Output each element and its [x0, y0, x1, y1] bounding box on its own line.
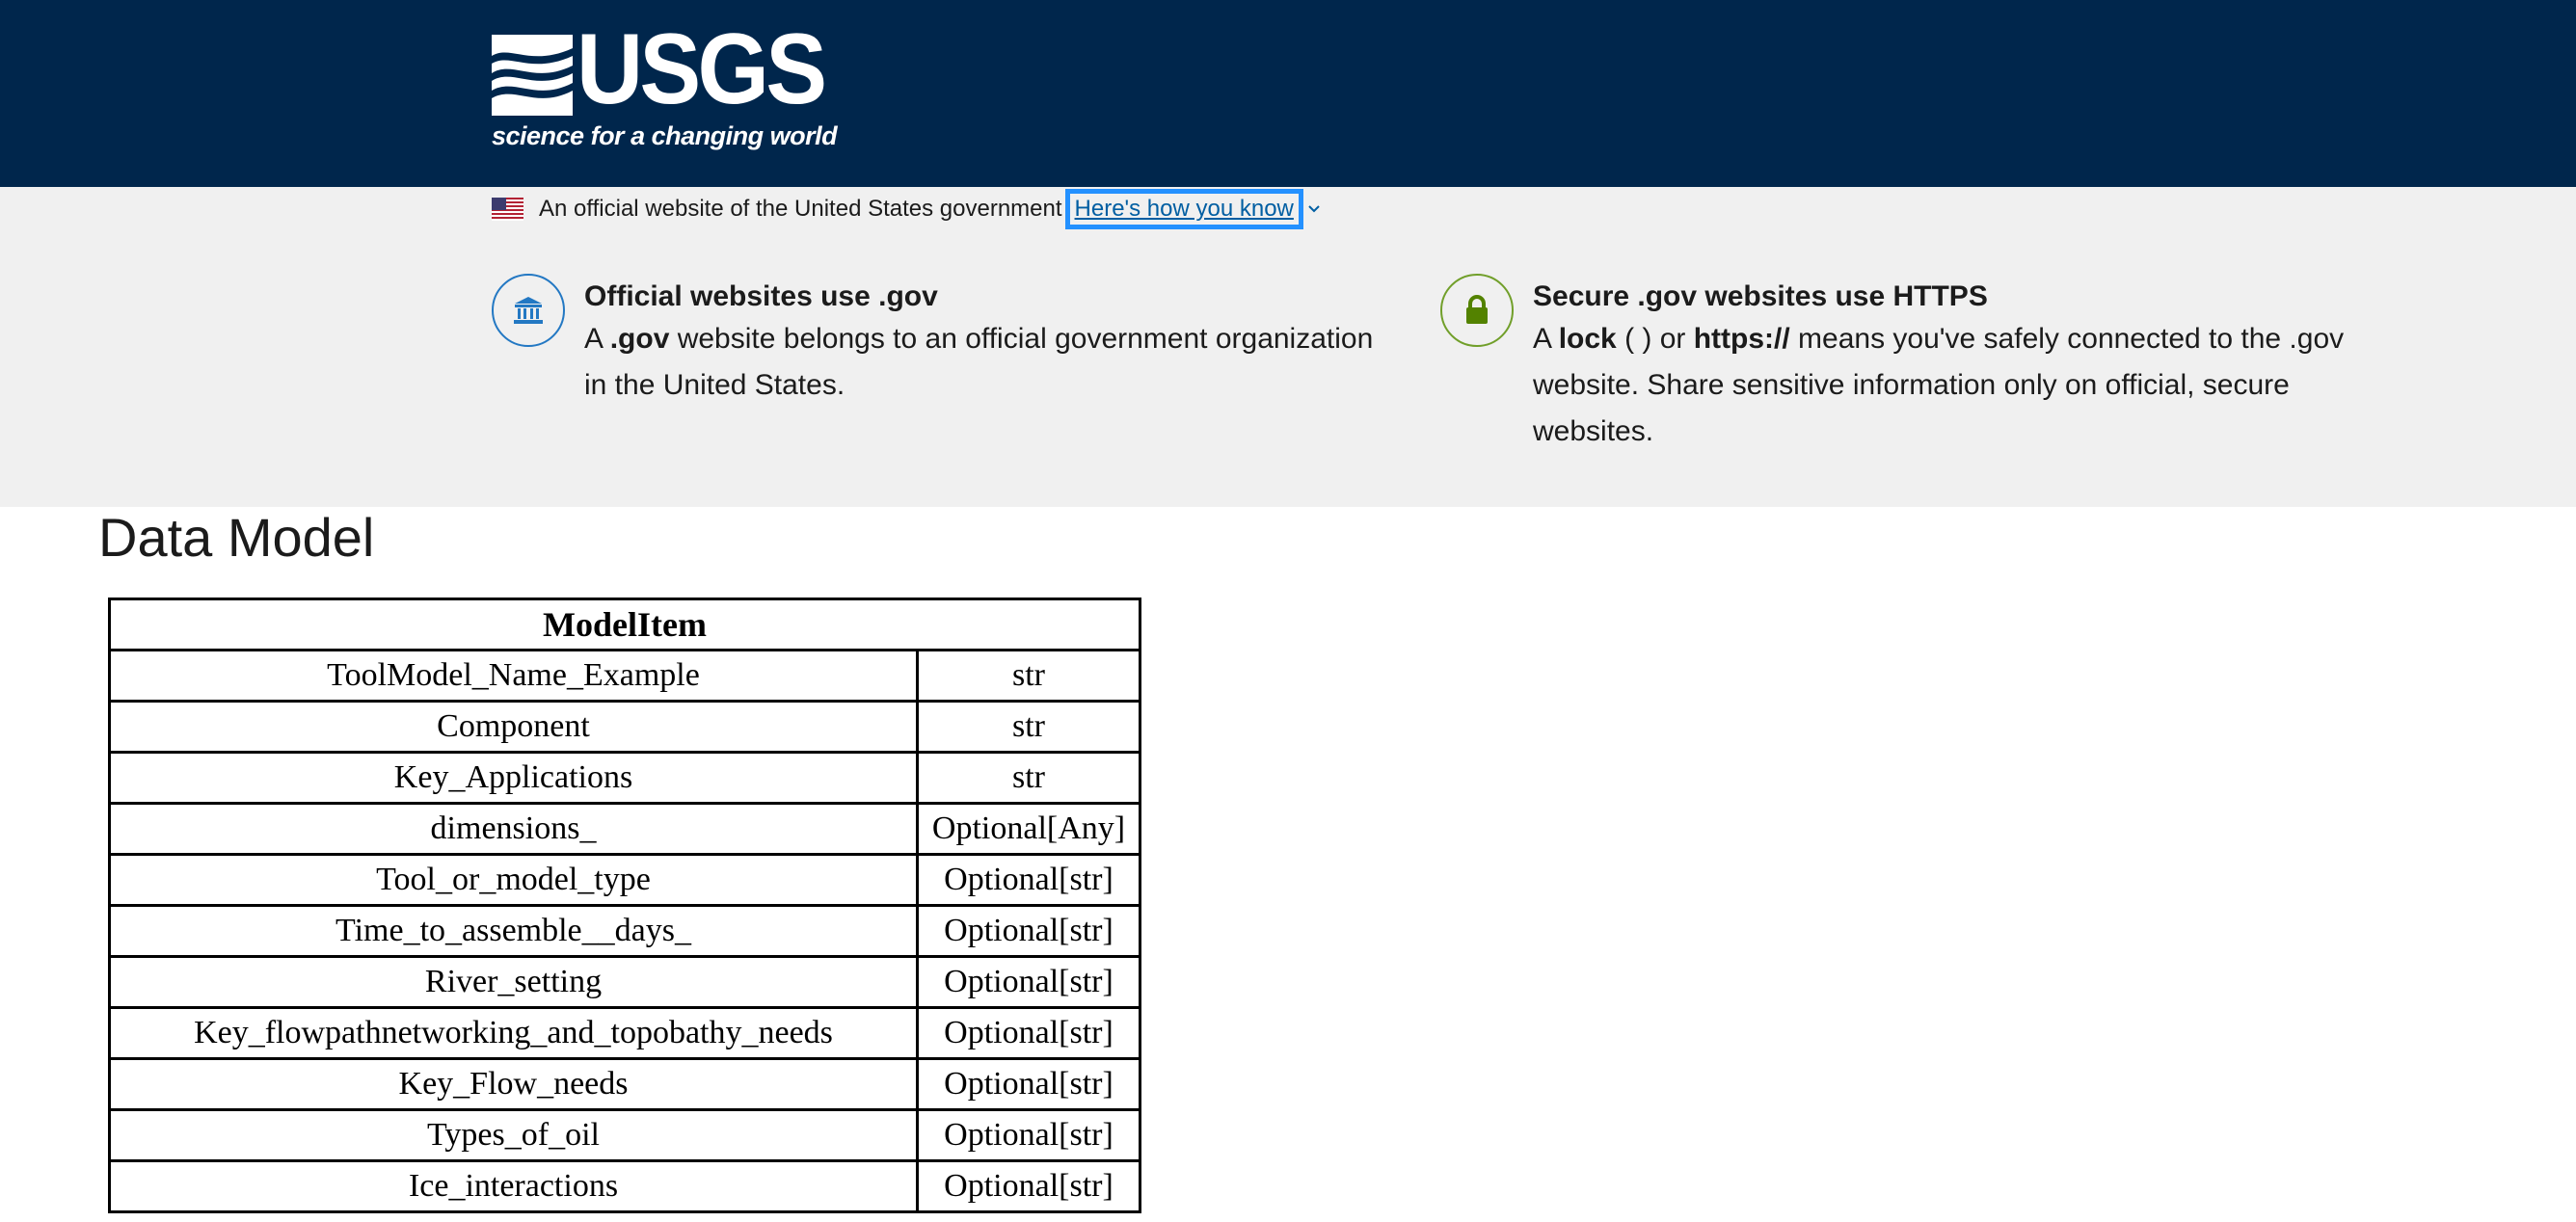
usgs-tagline: science for a changing world	[492, 121, 838, 150]
table-row: dimensions_ Optional[Any]	[108, 802, 1141, 856]
https-body: A lock ( ) or https:// means you've safe…	[1533, 323, 2345, 447]
table-row: Key_Flow_needs Optional[str]	[108, 1057, 1141, 1111]
field-type: Optional[str]	[916, 904, 1141, 958]
table-row: River_setting Optional[str]	[108, 955, 1141, 1009]
table-row: Time_to_assemble__days_ Optional[str]	[108, 904, 1141, 958]
field-name: Component	[108, 700, 919, 754]
field-name: Key_flowpathnetworking_and_topobathy_nee…	[108, 1006, 919, 1060]
table-header: ModelItem	[108, 598, 1141, 651]
field-type: Optional[str]	[916, 853, 1141, 907]
table-row: Types_of_oil Optional[str]	[108, 1108, 1141, 1162]
https-title: Secure .gov websites use HTTPS	[1533, 280, 1988, 312]
field-type: Optional[str]	[916, 955, 1141, 1009]
field-name: Key_Applications	[108, 751, 919, 805]
field-type: Optional[str]	[916, 1159, 1141, 1213]
field-type: str	[916, 751, 1141, 805]
gov-banner-header: An official website of the United States…	[492, 189, 1320, 229]
dot-gov-guidance: Official websites use .gov A .gov websit…	[492, 274, 1388, 409]
page-title: Data Model	[98, 507, 375, 568]
field-name: Types_of_oil	[108, 1108, 919, 1162]
usgs-logo-link[interactable]: USGS science for a changing world	[492, 19, 838, 152]
data-model-table: ModelItem ToolModel_Name_Example str Comp…	[108, 598, 1141, 1213]
field-type: str	[916, 649, 1141, 703]
chevron-down-icon[interactable]	[1308, 203, 1320, 215]
us-flag-icon	[492, 198, 523, 221]
government-building-icon	[492, 274, 565, 347]
field-type: str	[916, 700, 1141, 754]
https-text: Secure .gov websites use HTTPS A lock ( …	[1533, 274, 2385, 455]
usgs-logo-text: USGS	[577, 13, 827, 125]
field-type: Optional[Any]	[916, 802, 1141, 856]
table-row: Component str	[108, 700, 1141, 754]
field-name: Tool_or_model_type	[108, 853, 919, 907]
field-name: ToolModel_Name_Example	[108, 649, 919, 703]
field-type: Optional[str]	[916, 1057, 1141, 1111]
heres-how-you-know-button[interactable]: Here's how you know	[1064, 189, 1303, 229]
dot-gov-body: A .gov website belongs to an official go…	[584, 323, 1374, 401]
lock-icon	[1440, 274, 1514, 347]
official-website-text: An official website of the United States…	[539, 196, 1062, 222]
table-row: Ice_interactions Optional[str]	[108, 1159, 1141, 1213]
dot-gov-text: Official websites use .gov A .gov websit…	[584, 274, 1388, 409]
table-row: Key_flowpathnetworking_and_topobathy_nee…	[108, 1006, 1141, 1060]
table-row: ToolModel_Name_Example str	[108, 649, 1141, 703]
field-name: Key_Flow_needs	[108, 1057, 919, 1111]
field-name: Time_to_assemble__days_	[108, 904, 919, 958]
table-row: Key_Applications str	[108, 751, 1141, 805]
usgs-wave-icon	[492, 35, 573, 116]
field-name: dimensions_	[108, 802, 919, 856]
https-guidance: Secure .gov websites use HTTPS A lock ( …	[1440, 274, 2385, 455]
site-header: USGS science for a changing world	[0, 0, 2576, 187]
field-name: River_setting	[108, 955, 919, 1009]
field-type: Optional[str]	[916, 1108, 1141, 1162]
field-type: Optional[str]	[916, 1006, 1141, 1060]
field-name: Ice_interactions	[108, 1159, 919, 1213]
table-row: Tool_or_model_type Optional[str]	[108, 853, 1141, 907]
dot-gov-title: Official websites use .gov	[584, 280, 938, 312]
